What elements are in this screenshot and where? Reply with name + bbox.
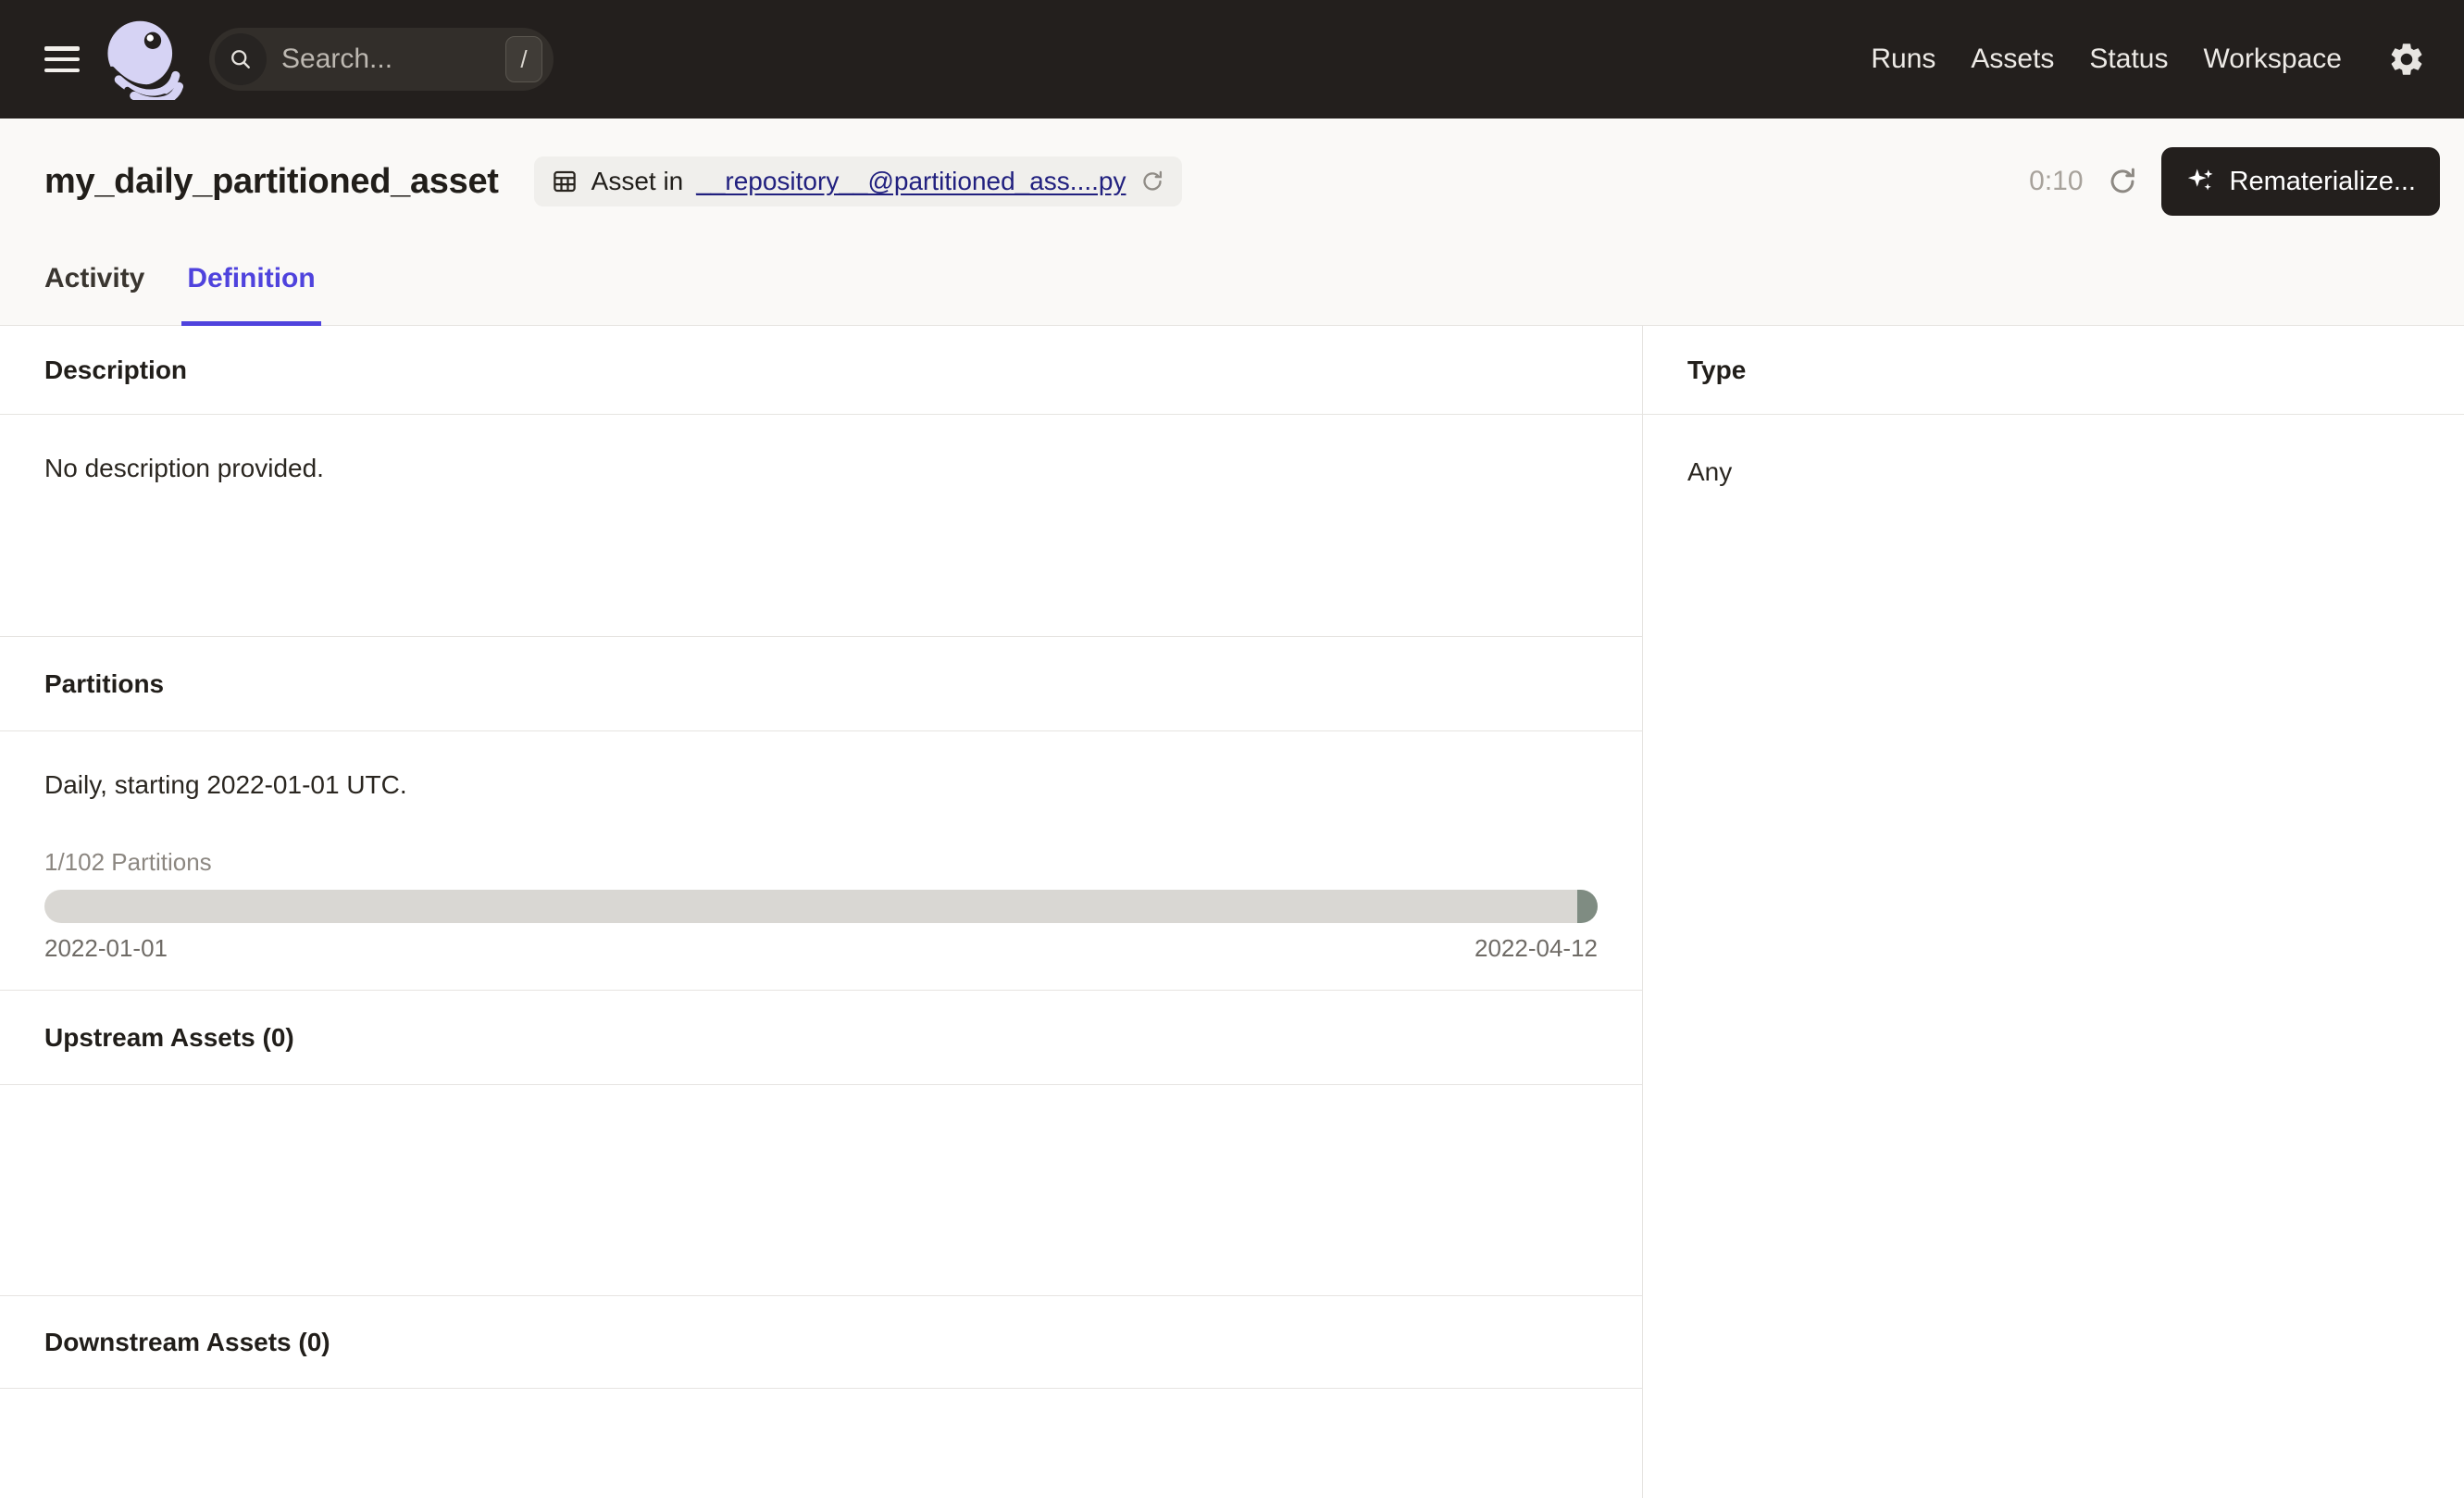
- search-icon: [215, 33, 267, 85]
- partition-health-bar: [44, 890, 1598, 923]
- app-root: / Runs Assets Status Workspace my_daily_…: [0, 0, 2464, 1498]
- slash-shortcut-badge: /: [505, 36, 542, 82]
- repository-grid-icon: [551, 168, 579, 195]
- refresh-button[interactable]: [2104, 163, 2141, 200]
- sparkles-icon: [2185, 166, 2217, 197]
- partition-range: 2022-01-01 2022-04-12: [44, 934, 1598, 963]
- description-title: Description: [44, 356, 187, 385]
- partitions-schedule-text: Daily, starting 2022-01-01 UTC.: [44, 770, 1598, 800]
- description-text: No description provided.: [44, 454, 1598, 483]
- tab-definition[interactable]: Definition: [187, 231, 315, 326]
- rematerialize-button[interactable]: Rematerialize...: [2161, 147, 2440, 216]
- dagster-logo-icon[interactable]: [102, 19, 183, 100]
- partitions-title: Partitions: [44, 669, 164, 699]
- search-input[interactable]: [280, 43, 492, 76]
- downstream-body: [0, 1389, 1642, 1498]
- search-box[interactable]: /: [209, 28, 554, 91]
- type-value: Any: [1687, 457, 2420, 487]
- page-header: my_daily_partitioned_asset Asset in __re…: [0, 119, 2464, 326]
- partition-range-end: 2022-04-12: [1475, 934, 1598, 963]
- menu-button[interactable]: [44, 46, 80, 72]
- definition-side-column: Type Any: [1643, 326, 2464, 1498]
- type-title: Type: [1687, 356, 1746, 385]
- nav-runs[interactable]: Runs: [1871, 44, 1935, 75]
- partitions-section-header: Partitions: [0, 637, 1642, 731]
- partition-health-bar-fill: [1577, 890, 1598, 923]
- page-header-top: my_daily_partitioned_asset Asset in __re…: [0, 119, 2464, 231]
- upstream-section-header: Upstream Assets (0): [0, 991, 1642, 1085]
- tab-bar: Activity Definition: [0, 231, 2464, 326]
- partition-count-label: 1/102 Partitions: [44, 848, 1598, 877]
- tab-activity[interactable]: Activity: [44, 231, 144, 326]
- nav-workspace[interactable]: Workspace: [2203, 44, 2342, 75]
- nav-status[interactable]: Status: [2089, 44, 2168, 75]
- chip-prefix: Asset in: [591, 167, 684, 196]
- type-section-header: Type: [1643, 326, 2464, 415]
- hamburger-icon: [44, 46, 80, 51]
- definition-main-column: Description No description provided. Par…: [0, 326, 1643, 1498]
- repository-link[interactable]: __repository__@partitioned_ass....py: [696, 167, 1126, 196]
- topbar: / Runs Assets Status Workspace: [0, 0, 2464, 119]
- upstream-title: Upstream Assets (0): [44, 1023, 294, 1053]
- description-body: No description provided.: [0, 415, 1642, 637]
- partition-range-start: 2022-01-01: [44, 934, 168, 963]
- refresh-countdown: 0:10: [2029, 166, 2083, 197]
- header-actions: 0:10: [2029, 147, 2440, 216]
- partitions-body: Daily, starting 2022-01-01 UTC. 1/102 Pa…: [0, 731, 1642, 991]
- definition-content: Description No description provided. Par…: [0, 326, 2464, 1498]
- rematerialize-label: Rematerialize...: [2230, 167, 2416, 197]
- top-nav: Runs Assets Status Workspace: [1871, 44, 2342, 75]
- upstream-body: [0, 1085, 1642, 1296]
- downstream-title: Downstream Assets (0): [44, 1328, 330, 1357]
- gear-icon: [2387, 40, 2426, 79]
- reload-definition-icon[interactable]: [1139, 169, 1165, 194]
- page-title: my_daily_partitioned_asset: [44, 162, 499, 202]
- downstream-section-header: Downstream Assets (0): [0, 1296, 1642, 1389]
- asset-location-chip: Asset in __repository__@partitioned_ass.…: [534, 156, 1182, 206]
- refresh-icon: [2106, 165, 2139, 198]
- nav-assets[interactable]: Assets: [1971, 44, 2054, 75]
- settings-button[interactable]: [2386, 39, 2427, 80]
- description-section-header: Description: [0, 326, 1642, 415]
- type-body: Any: [1643, 415, 2464, 530]
